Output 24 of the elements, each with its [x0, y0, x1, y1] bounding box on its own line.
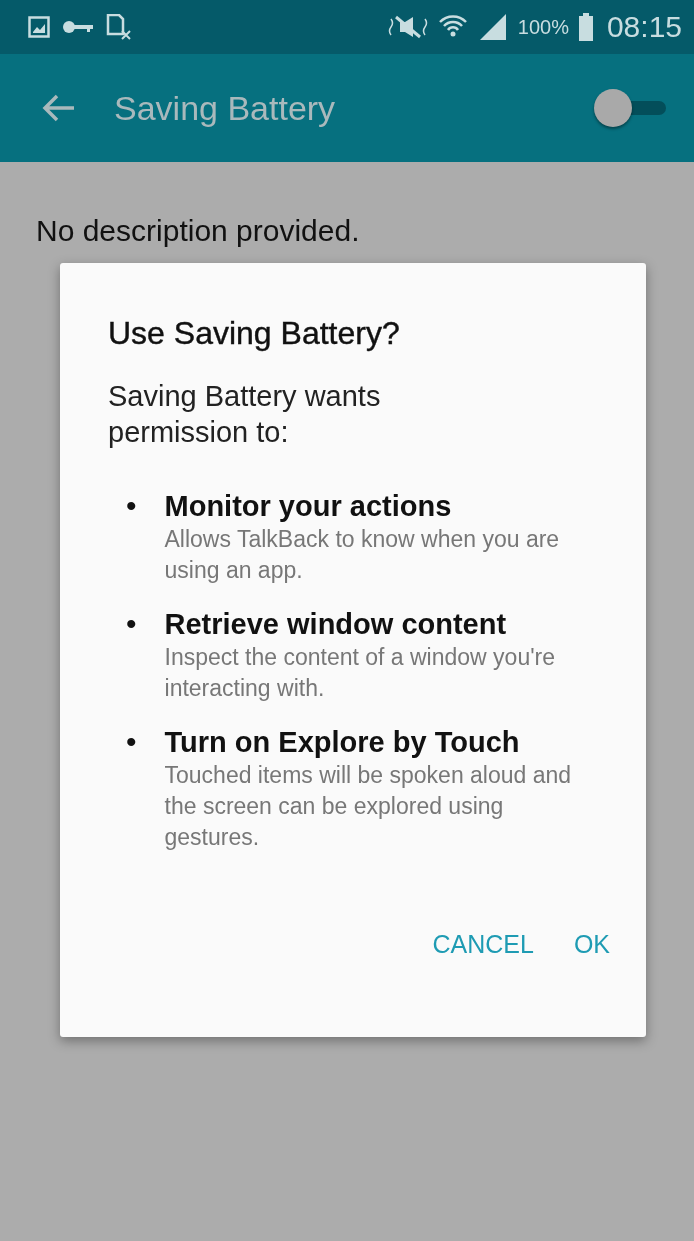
dialog-title: Use Saving Battery?: [108, 315, 401, 352]
permission-description: Inspect the content of a window you're interacting with.: [164, 643, 557, 703]
permission-title: Retrieve window content: [164, 607, 508, 642]
battery-icon: [578, 13, 593, 41]
clock: 08:15: [606, 10, 682, 44]
image-icon: [28, 16, 50, 38]
dialog-button[interactable]: OK: [561, 922, 622, 967]
sim-card-icon: [106, 14, 132, 40]
key-icon: [62, 19, 94, 35]
battery-percentage: 100%: [517, 15, 569, 39]
bullet: •: [126, 488, 137, 524]
permission-title: Monitor your actions: [164, 489, 453, 524]
toggle-switch[interactable]: [594, 88, 666, 128]
toolbar-title: Saving Battery: [114, 88, 337, 128]
bullet: •: [126, 606, 137, 642]
mute-icon: [387, 15, 428, 39]
back-arrow-icon[interactable]: [42, 94, 76, 122]
bullet: •: [126, 724, 137, 760]
permission-description: Allows TalkBack to know when you are using an app.: [164, 525, 561, 585]
permission-title: Turn on Explore by Touch: [164, 725, 521, 760]
description-text: No description provided.: [36, 214, 361, 248]
dialog-button[interactable]: CANCEL: [420, 922, 546, 967]
permission-description: Touched items will be spoken aloud and the screen can be explored using gestures.: [164, 761, 573, 852]
dialog-message: Saving Battery wants permission to:: [108, 379, 382, 450]
